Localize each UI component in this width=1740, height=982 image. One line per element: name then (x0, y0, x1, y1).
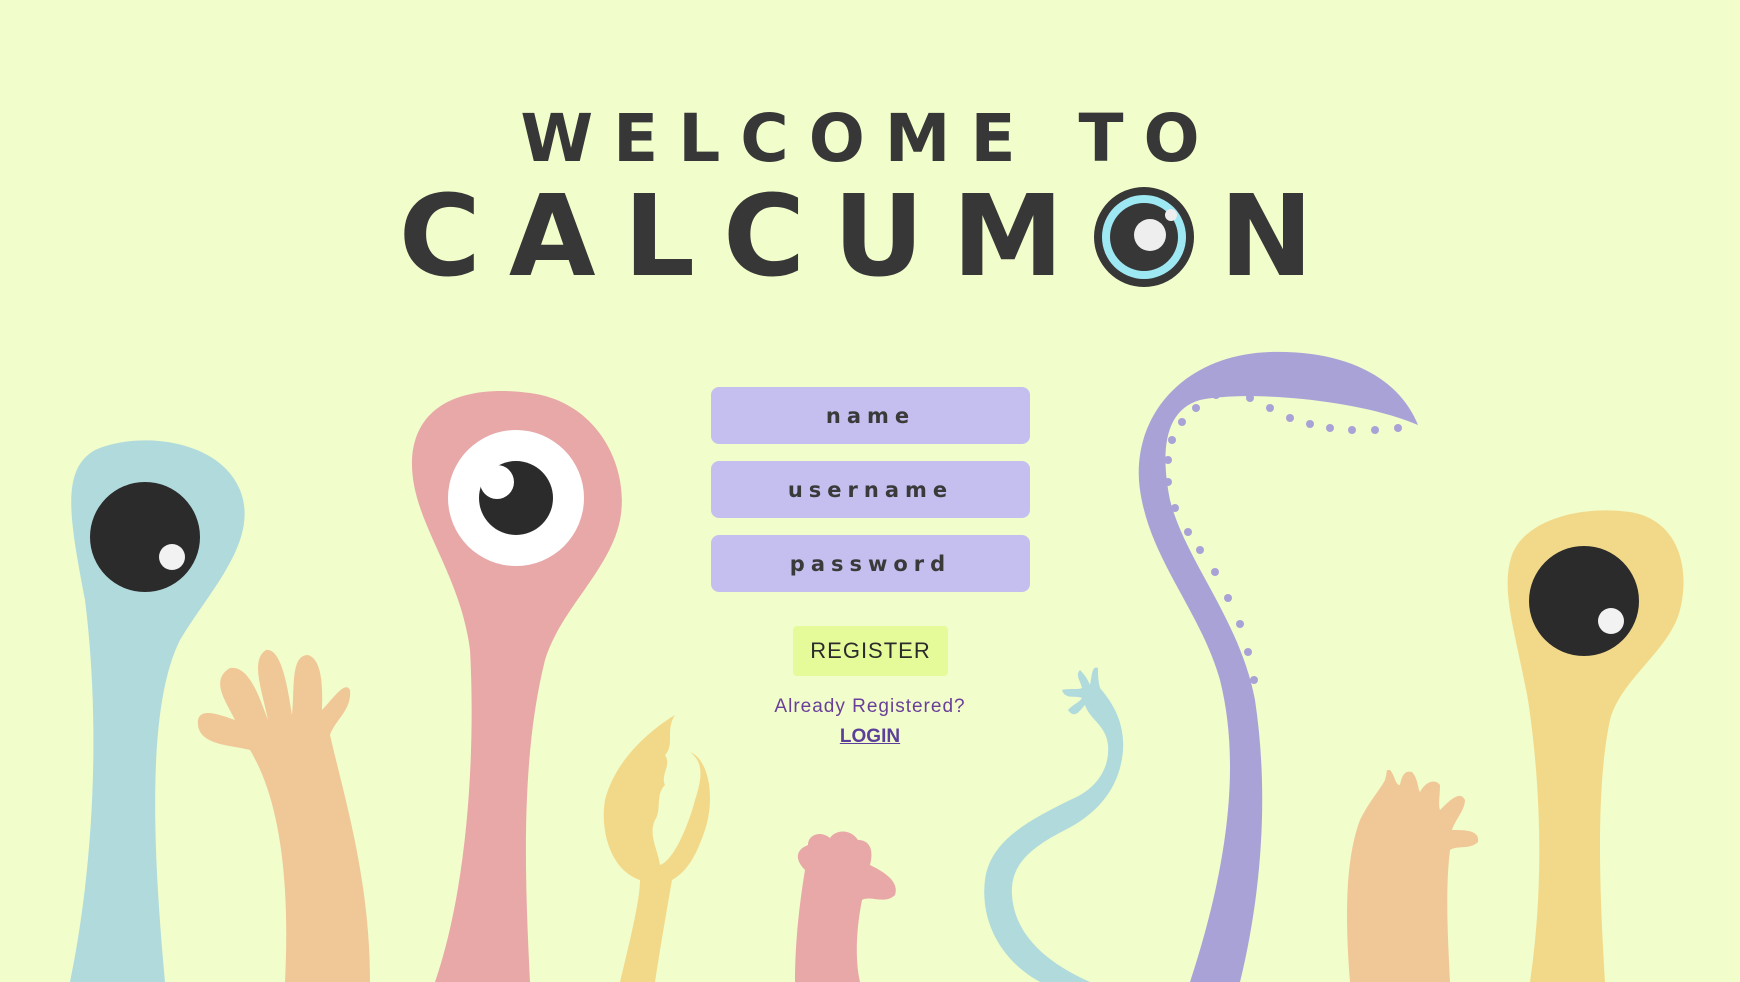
peach-hand-monster-right (1347, 770, 1479, 982)
brand-name-suffix: N (1219, 172, 1342, 302)
already-registered-text: Already Registered? (774, 696, 966, 717)
name-input[interactable] (711, 387, 1030, 444)
eye-logo-icon (1092, 185, 1196, 289)
register-form (711, 387, 1030, 609)
register-button[interactable]: REGISTER (793, 626, 948, 676)
pink-paw-monster (795, 831, 896, 982)
login-link-wrapper: LOGIN (0, 726, 1740, 748)
username-input[interactable] (711, 461, 1030, 518)
pink-eyestalk-monster (411, 391, 622, 982)
brand-name-prefix: CALCUM (398, 172, 1092, 302)
password-input[interactable] (711, 535, 1030, 592)
welcome-heading: WELCOME TO (520, 100, 1220, 177)
brand-logo: CALCUM N (0, 172, 1740, 302)
login-link[interactable]: LOGIN (840, 726, 900, 747)
yellow-flytrap-monster (603, 715, 710, 982)
